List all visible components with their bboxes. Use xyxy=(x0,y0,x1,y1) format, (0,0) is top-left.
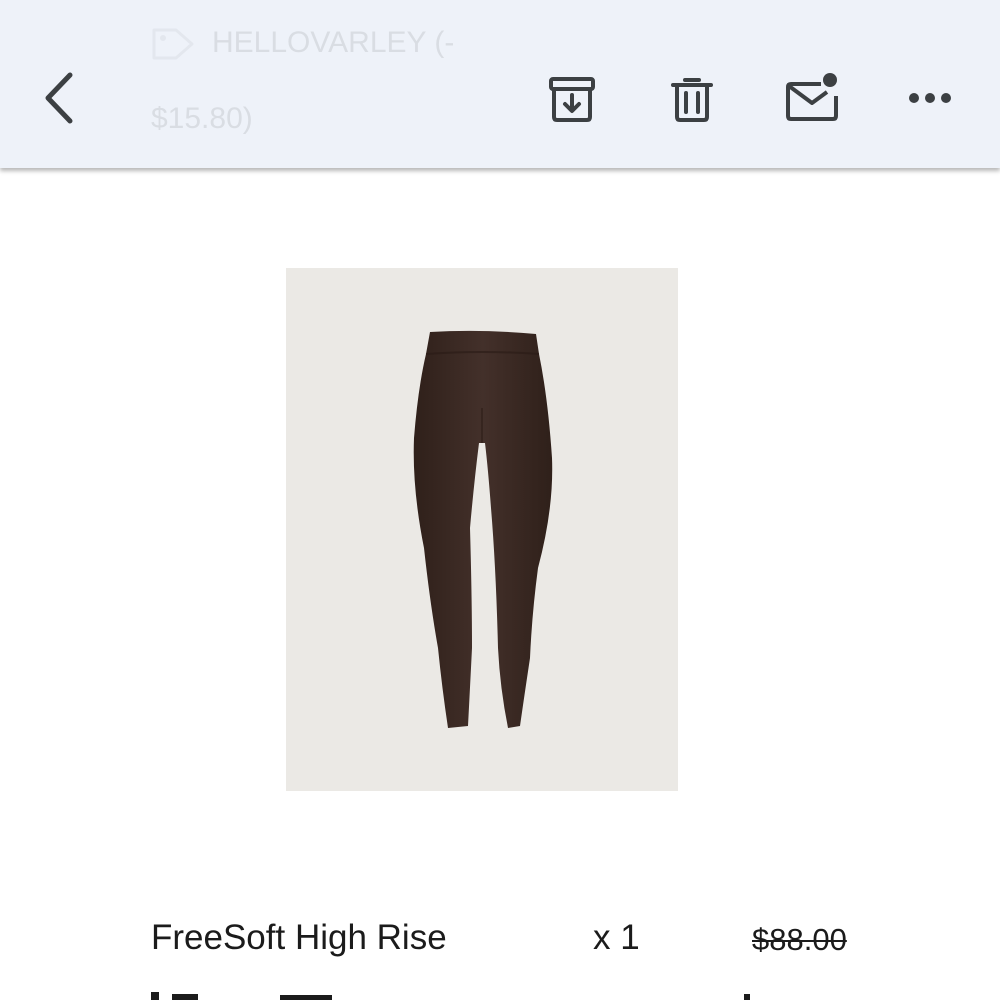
mail-unread-icon xyxy=(786,73,838,121)
sender-discount: $15.80) xyxy=(151,102,253,135)
sender-label: HELLOVARLEY (- xyxy=(212,26,455,59)
next-line-fragment xyxy=(172,994,198,1000)
archive-button[interactable] xyxy=(544,72,600,126)
label-tag-icon xyxy=(152,28,194,60)
next-line-fragment xyxy=(744,994,750,1000)
email-toolbar: HELLOVARLEY (- $15.80) xyxy=(0,0,1000,168)
more-options-button[interactable] xyxy=(902,80,958,116)
next-line-fragment xyxy=(280,995,332,1000)
email-message-view: HELLOVARLEY (- $15.80) FreeSoft High Ris… xyxy=(0,0,1000,1000)
mark-unread-button[interactable] xyxy=(782,68,842,126)
archive-icon xyxy=(549,77,595,122)
product-name: FreeSoft High Rise xyxy=(151,918,447,957)
back-button[interactable] xyxy=(30,68,86,128)
product-original-price: $88.00 xyxy=(752,922,847,957)
product-quantity: x 1 xyxy=(593,918,640,957)
leggings-product-image xyxy=(413,330,553,728)
next-line-fragment xyxy=(151,992,159,1000)
more-options-icon xyxy=(909,93,951,103)
product-image xyxy=(286,268,678,791)
trash-icon xyxy=(671,78,713,122)
delete-button[interactable] xyxy=(664,72,720,126)
back-arrow-icon xyxy=(45,72,73,124)
